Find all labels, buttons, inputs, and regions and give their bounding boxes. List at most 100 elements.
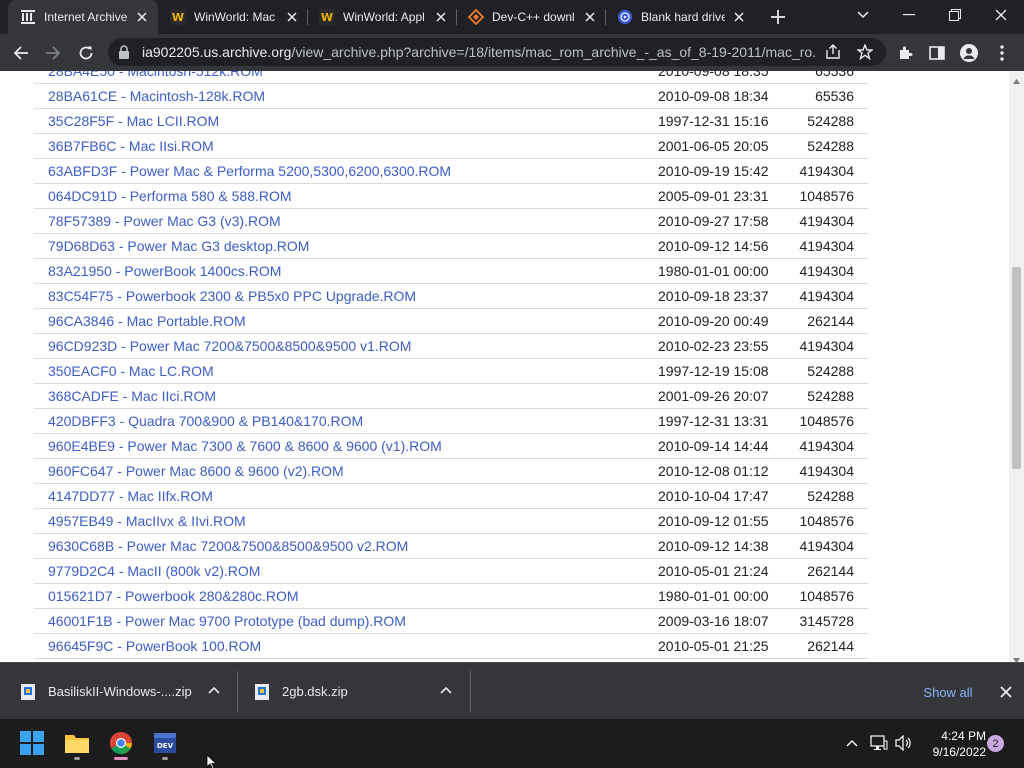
file-link[interactable]: 83C54F75 - Powerbook 2300 & PB5x0 PPC Up… [48, 288, 416, 304]
share-icon[interactable] [820, 39, 846, 65]
file-link[interactable]: 064DC91D - Performa 580 & 588.ROM [48, 188, 292, 204]
file-link[interactable]: 46001F1B - Power Mac 9700 Prototype (bad… [48, 613, 406, 629]
browser-toolbar: ia902205.us.archive.org/view_archive.php… [0, 34, 1024, 71]
reload-icon[interactable] [73, 40, 99, 66]
file-row: 83C54F75 - Powerbook 2300 & PB5x0 PPC Up… [34, 284, 868, 309]
file-size: 4194304 [799, 163, 854, 179]
menu-kebab-icon[interactable] [989, 40, 1015, 66]
scroll-up-icon[interactable] [1012, 73, 1021, 84]
windows-start-icon[interactable] [14, 725, 50, 761]
download-item-2gb-dsk[interactable]: 2gb.dsk.zip [254, 663, 464, 720]
file-link[interactable]: 35C28F5F - Mac LCII.ROM [48, 113, 219, 129]
lock-icon[interactable] [118, 45, 132, 59]
tab-close-icon[interactable] [284, 9, 300, 25]
network-icon[interactable] [869, 731, 889, 755]
tab-internet-archive[interactable]: Internet Archive [8, 0, 158, 34]
address-bar[interactable]: ia902205.us.archive.org/view_archive.php… [108, 38, 886, 66]
download-separator [470, 671, 471, 712]
minimize-icon[interactable] [886, 0, 932, 30]
tab-close-icon[interactable] [731, 9, 747, 25]
url-text[interactable]: ia902205.us.archive.org/view_archive.php… [142, 44, 816, 60]
download-filename: BasiliskII-Windows-....zip [48, 684, 192, 699]
chevron-up-icon[interactable] [440, 685, 452, 697]
tab-close-icon[interactable] [582, 9, 598, 25]
tab-close-icon[interactable] [134, 9, 150, 25]
file-size: 524288 [807, 363, 854, 379]
download-filename: 2gb.dsk.zip [282, 684, 348, 699]
file-link[interactable]: 78F57389 - Power Mac G3 (v3).ROM [48, 213, 281, 229]
side-panel-icon[interactable] [924, 40, 950, 66]
download-separator [237, 671, 238, 712]
chrome-icon[interactable] [103, 725, 139, 761]
file-date: 1997-12-31 13:31 [658, 413, 769, 429]
file-link[interactable]: 368CADFE - Mac IIci.ROM [48, 388, 216, 404]
scroll-down-icon[interactable] [1012, 651, 1021, 662]
running-indicator [162, 757, 168, 760]
file-link[interactable]: 36B7FB6C - Mac IIsi.ROM [48, 138, 214, 154]
file-explorer-icon[interactable] [59, 725, 95, 761]
tab-blank-hard-drive[interactable]: Blank hard drive [605, 0, 755, 34]
file-size: 65536 [815, 88, 854, 104]
download-item-basiliskii[interactable]: BasiliskII-Windows-....zip [20, 663, 230, 720]
extensions-icon[interactable] [892, 40, 918, 66]
screen: Internet Archive W WinWorld: Mac W WinWo… [0, 0, 1024, 768]
forward-icon[interactable] [40, 40, 66, 66]
file-row: 28BA61CE - Macintosh-128k.ROM 2010-09-08 … [34, 84, 868, 109]
file-size: 524288 [807, 488, 854, 504]
file-row: 368CADFE - Mac IIci.ROM 2001-09-26 20:07 5… [34, 384, 868, 409]
url-path: /view_archive.php?archive=/18/items/mac_… [291, 44, 816, 60]
file-link[interactable]: 350EACF0 - Mac LC.ROM [48, 363, 214, 379]
archive-file-list: 28BA4E50 - Macintosh-512k.ROM 2010-09-08 … [34, 71, 868, 659]
file-link[interactable]: 83A21950 - PowerBook 1400cs.ROM [48, 263, 281, 279]
tab-title: WinWorld: Appl [343, 10, 425, 24]
vertical-scrollbar[interactable] [1009, 71, 1024, 662]
file-date: 2010-09-14 14:44 [658, 438, 769, 454]
restore-icon[interactable] [932, 0, 978, 30]
file-link[interactable]: 96645F9C - PowerBook 100.ROM [48, 638, 261, 654]
file-link[interactable]: 28BA4E50 - Macintosh-512k.ROM [48, 71, 263, 79]
file-link[interactable]: 960FC647 - Power Mac 8600 & 9600 (v2).RO… [48, 463, 344, 479]
volume-icon[interactable] [894, 731, 914, 755]
file-link[interactable]: 63ABFD3F - Power Mac & Performa 5200,530… [48, 163, 451, 179]
file-date: 1980-01-01 00:00 [658, 588, 769, 604]
winworld-icon: W [319, 9, 335, 25]
tab-winworld-apple[interactable]: W WinWorld: Appl [307, 0, 457, 34]
bookmark-star-icon[interactable] [852, 39, 878, 65]
back-icon[interactable] [8, 40, 34, 66]
chevron-up-icon[interactable] [208, 685, 220, 697]
windows-taskbar: DEV 4:24 PM 9/16/2022 2 [0, 719, 1024, 768]
tab-close-icon[interactable] [433, 9, 449, 25]
zip-file-icon [254, 683, 270, 701]
clock-time: 4:24 PM [941, 729, 986, 743]
tab-search-icon[interactable] [840, 0, 886, 30]
file-link[interactable]: 420DBFF3 - Quadra 700&900 & PB140&170.RO… [48, 413, 363, 429]
tray-overflow-chevron-icon[interactable] [842, 731, 862, 755]
archive-icon [20, 9, 36, 25]
profile-icon[interactable] [956, 40, 982, 66]
file-date: 2009-03-16 18:07 [658, 613, 769, 629]
new-tab-icon[interactable] [768, 7, 788, 27]
show-all-downloads-button[interactable]: Show all [915, 681, 981, 703]
file-link[interactable]: 96CA3846 - Mac Portable.ROM [48, 313, 246, 329]
file-link[interactable]: 015621D7 - Powerbook 280&280c.ROM [48, 588, 299, 604]
tab-winworld-mac[interactable]: W WinWorld: Mac [158, 0, 308, 34]
system-clock[interactable]: 4:24 PM 9/16/2022 [920, 728, 986, 760]
file-link[interactable]: 960E4BE9 - Power Mac 7300 & 7600 & 8600 … [48, 438, 442, 454]
scroll-thumb[interactable] [1012, 267, 1021, 469]
file-date: 2010-05-01 21:25 [658, 638, 769, 654]
file-link[interactable]: 9779D2C4 - MacII (800k v2).ROM [48, 563, 260, 579]
file-link[interactable]: 9630C68B - Power Mac 7200&7500&8500&9500… [48, 538, 408, 554]
file-link[interactable]: 28BA61CE - Macintosh-128k.ROM [48, 88, 265, 104]
close-download-bar-icon[interactable] [997, 683, 1015, 701]
file-row: 9630C68B - Power Mac 7200&7500&8500&9500… [34, 534, 868, 559]
file-size: 524288 [807, 138, 854, 154]
file-link[interactable]: 96CD923D - Power Mac 7200&7500&8500&9500… [48, 338, 411, 354]
dev-cpp-icon[interactable]: DEV [147, 725, 183, 761]
file-link[interactable]: 4147DD77 - Mac IIfx.ROM [48, 488, 213, 504]
tab-dev-cpp[interactable]: Dev-C++ downl [456, 0, 606, 34]
close-window-icon[interactable] [978, 0, 1024, 30]
file-link[interactable]: 79D68D63 - Power Mac G3 desktop.ROM [48, 238, 309, 254]
file-row: 63ABFD3F - Power Mac & Performa 5200,530… [34, 159, 868, 184]
file-link[interactable]: 4957EB49 - MacIIvx & IIvi.ROM [48, 513, 246, 529]
notification-badge[interactable]: 2 [987, 735, 1004, 752]
